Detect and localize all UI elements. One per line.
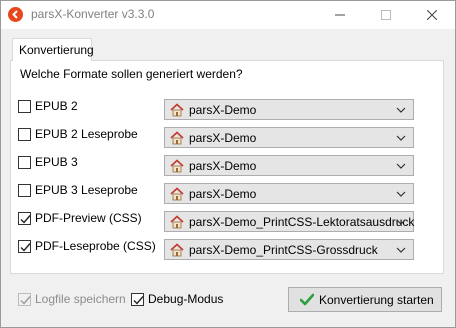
format-label: EPUB 3 xyxy=(35,155,78,169)
window-title: parsX-Konverter v3.3.0 xyxy=(31,7,155,21)
checkbox-logfile[interactable] xyxy=(18,293,31,306)
question-text: Welche Formate sollen generiert werden? xyxy=(20,67,243,81)
house-icon xyxy=(170,243,184,257)
green-check-icon xyxy=(300,293,314,306)
chevron-down-icon xyxy=(396,247,406,253)
checkmark-icon xyxy=(20,296,31,305)
select-value: parsX-Demo xyxy=(189,187,257,201)
checkbox-pdf-leseprobe[interactable] xyxy=(18,240,31,253)
profile-select-epub2[interactable]: parsX-Demo xyxy=(164,99,414,120)
select-value: parsX-Demo xyxy=(189,103,257,117)
format-label: EPUB 3 Leseprobe xyxy=(35,183,138,197)
start-conversion-button[interactable]: Konvertierung starten xyxy=(288,287,442,312)
logfile-label: Logfile speichern xyxy=(35,292,126,306)
profile-select-pdf-preview[interactable]: parsX-Demo_PrintCSS-Lektoratsausdruck xyxy=(164,211,414,232)
tab-konvertierung[interactable]: Konvertierung xyxy=(12,38,94,61)
checkmark-icon xyxy=(20,243,31,252)
select-value: parsX-Demo_PrintCSS-Grossdruck xyxy=(189,243,378,257)
checkmark-icon xyxy=(133,296,144,305)
chevron-down-icon xyxy=(396,219,406,225)
checkbox-epub3-leseprobe[interactable] xyxy=(18,184,31,197)
app-window: parsX-Konverter v3.3.0 Konvertierung Wel… xyxy=(0,0,456,328)
profile-select-epub3-leseprobe[interactable]: parsX-Demo xyxy=(164,183,414,204)
close-button[interactable] xyxy=(409,1,455,29)
chevron-down-icon xyxy=(396,135,406,141)
minimize-button[interactable] xyxy=(317,1,363,29)
select-value: parsX-Demo xyxy=(189,159,257,173)
select-value: parsX-Demo_PrintCSS-Lektoratsausdruck xyxy=(189,215,415,229)
chevron-down-icon xyxy=(396,191,406,197)
debug-label: Debug-Modus xyxy=(148,292,224,306)
house-icon xyxy=(170,159,184,173)
format-label: EPUB 2 Leseprobe xyxy=(35,127,138,141)
checkbox-pdf-preview[interactable] xyxy=(18,212,31,225)
checkbox-epub2[interactable] xyxy=(18,100,31,113)
maximize-button[interactable] xyxy=(363,1,409,29)
house-icon xyxy=(170,103,184,117)
start-button-label: Konvertierung starten xyxy=(319,293,434,307)
house-icon xyxy=(170,215,184,229)
checkbox-debug[interactable] xyxy=(131,293,144,306)
checkbox-epub3[interactable] xyxy=(18,156,31,169)
profile-select-pdf-leseprobe[interactable]: parsX-Demo_PrintCSS-Grossdruck xyxy=(164,239,414,260)
chevron-down-icon xyxy=(396,107,406,113)
profile-select-epub2-leseprobe[interactable]: parsX-Demo xyxy=(164,127,414,148)
format-label: EPUB 2 xyxy=(35,99,78,113)
title-bar: parsX-Konverter v3.3.0 xyxy=(1,1,455,29)
checkbox-epub2-leseprobe[interactable] xyxy=(18,128,31,141)
tab-label: Konvertierung xyxy=(19,43,94,57)
parsx-logo-icon xyxy=(8,7,23,22)
chevron-down-icon xyxy=(396,163,406,169)
select-value: parsX-Demo xyxy=(189,131,257,145)
format-label: PDF-Leseprobe (CSS) xyxy=(35,239,156,253)
profile-select-epub3[interactable]: parsX-Demo xyxy=(164,155,414,176)
house-icon xyxy=(170,131,184,145)
format-label: PDF-Preview (CSS) xyxy=(35,211,142,225)
house-icon xyxy=(170,187,184,201)
checkmark-icon xyxy=(20,215,31,224)
